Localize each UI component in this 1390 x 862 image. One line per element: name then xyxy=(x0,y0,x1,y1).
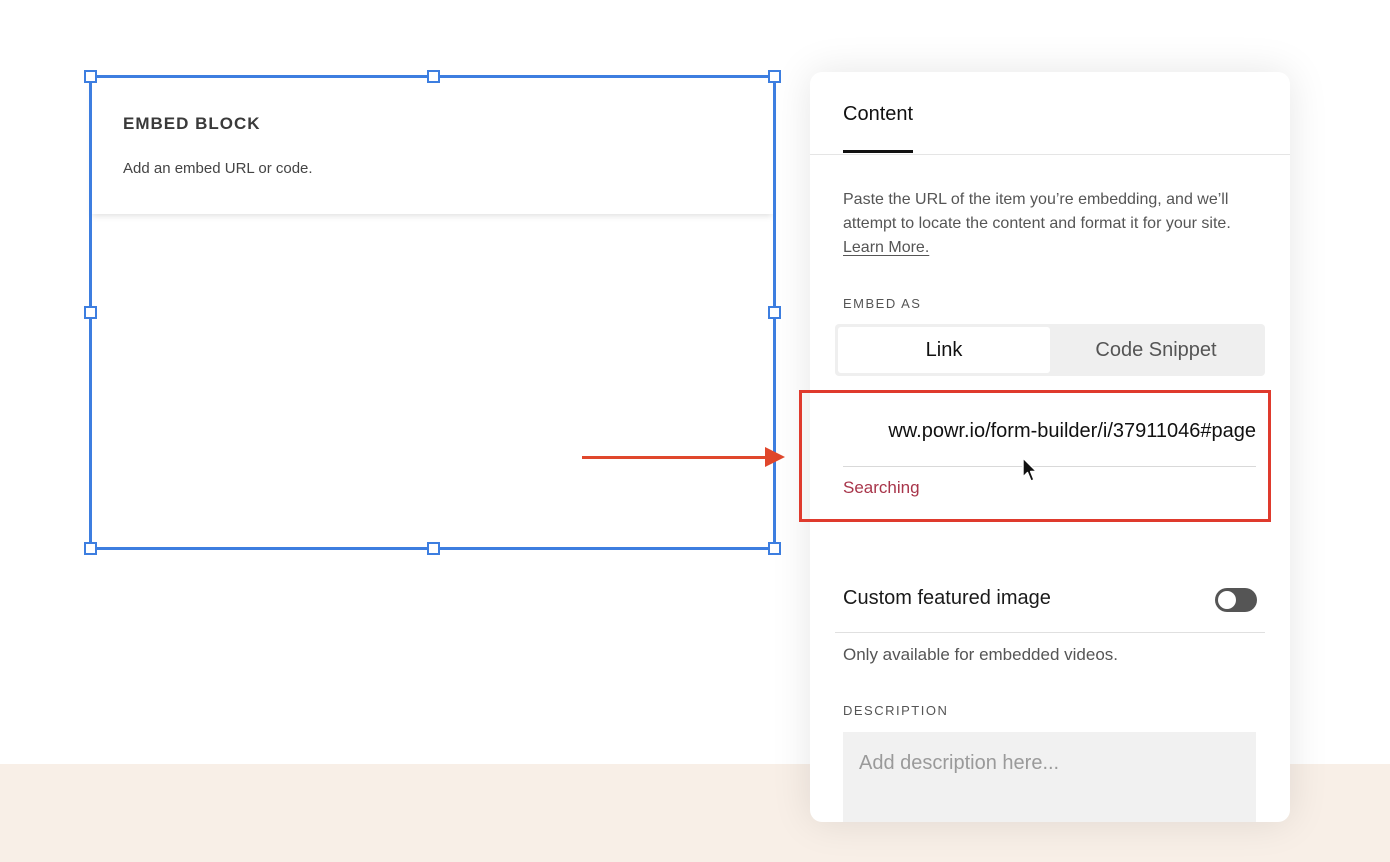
annotation-arrow-line xyxy=(582,456,770,459)
embed-block[interactable]: EMBED BLOCK Add an embed URL or code. xyxy=(90,76,774,548)
resize-handle-bottom[interactable] xyxy=(427,542,440,555)
resize-handle-top-right[interactable] xyxy=(768,70,781,83)
embed-instructions: Paste the URL of the item you’re embeddi… xyxy=(843,188,1263,260)
custom-featured-image-toggle[interactable] xyxy=(1215,588,1257,612)
embed-block-title: EMBED BLOCK xyxy=(123,114,261,133)
embed-as-label: EMBED AS xyxy=(843,296,922,311)
embed-url-input[interactable] xyxy=(843,420,1256,443)
resize-handle-bottom-right[interactable] xyxy=(768,542,781,555)
panel-tab-bar: Content xyxy=(810,72,1290,155)
embed-as-code-snippet-option[interactable]: Code Snippet xyxy=(1050,327,1262,373)
embed-as-segmented-control: Link Code Snippet xyxy=(835,324,1265,376)
resize-handle-top-left[interactable] xyxy=(84,70,97,83)
tab-content[interactable]: Content xyxy=(843,103,914,153)
description-label: DESCRIPTION xyxy=(843,703,949,718)
url-field-container xyxy=(843,408,1256,467)
divider xyxy=(835,632,1265,633)
resize-handle-top[interactable] xyxy=(427,70,440,83)
embed-block-description: Add an embed URL or code. xyxy=(123,160,313,177)
custom-featured-image-help: Only available for embedded videos. xyxy=(843,645,1118,664)
embed-settings-panel: Content Paste the URL of the item you’re… xyxy=(810,72,1290,822)
resize-handle-left[interactable] xyxy=(84,306,97,319)
embed-instructions-text: Paste the URL of the item you’re embeddi… xyxy=(843,191,1231,232)
resize-handle-bottom-left[interactable] xyxy=(84,542,97,555)
learn-more-link[interactable]: Learn More. xyxy=(843,239,929,256)
description-textarea[interactable] xyxy=(843,732,1256,822)
toggle-knob xyxy=(1218,591,1236,609)
custom-featured-image-label: Custom featured image xyxy=(843,587,1051,609)
embed-as-link-option[interactable]: Link xyxy=(838,327,1050,373)
mouse-pointer-icon xyxy=(1022,457,1038,488)
resize-handle-right[interactable] xyxy=(768,306,781,319)
embed-block-placeholder: EMBED BLOCK Add an embed URL or code. xyxy=(90,76,774,214)
annotation-arrow-head-icon xyxy=(765,447,785,467)
url-status-text: Searching xyxy=(843,478,920,497)
